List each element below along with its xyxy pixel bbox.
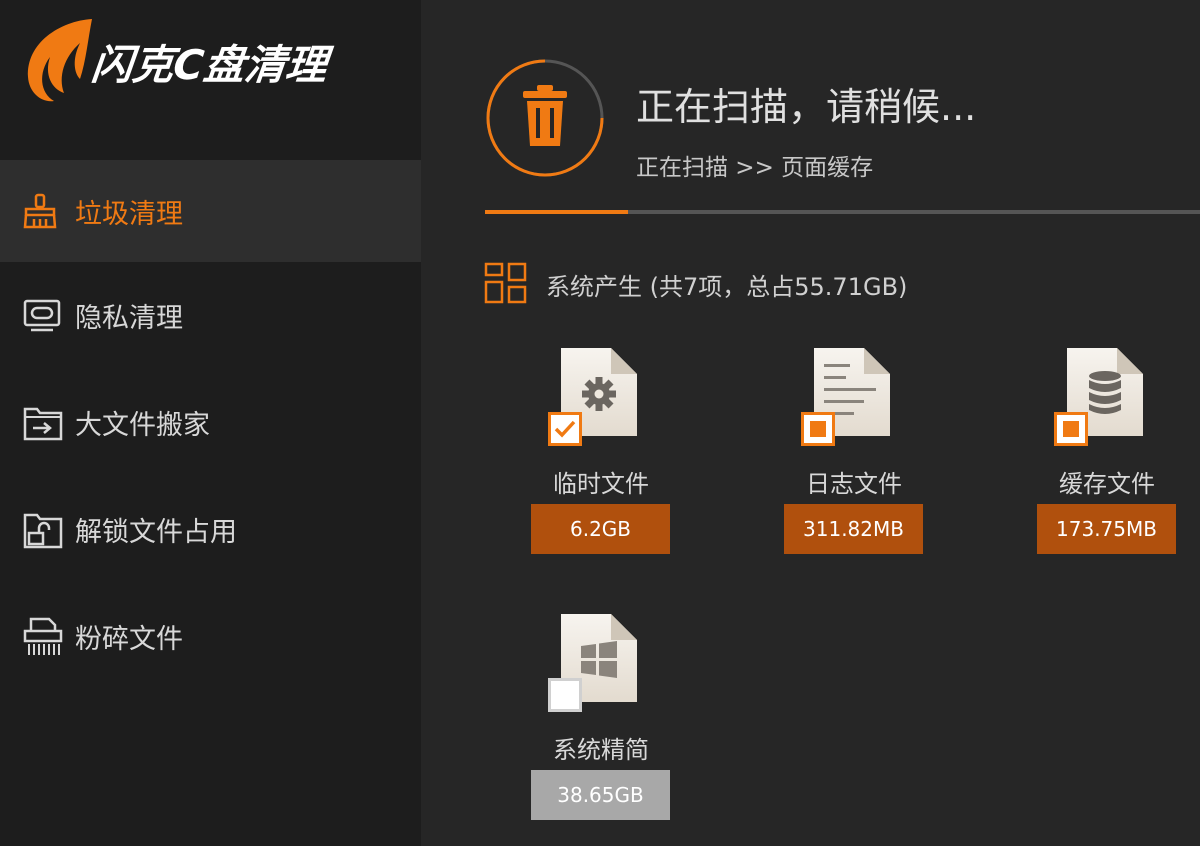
item-size-badge: 38.65GB	[531, 770, 670, 820]
sidebar-item-label: 粉碎文件	[75, 624, 183, 655]
grid-icon	[484, 262, 527, 304]
app-logo: 闪克C盘清理	[14, 14, 330, 104]
broom-icon	[23, 189, 67, 233]
item-checkbox-unchecked[interactable]	[548, 678, 582, 712]
main-panel: 正在扫描，请稍候... 正在扫描 >> 页面缓存 系统产生 (共7项，总占55.…	[421, 0, 1200, 846]
scan-status-title: 正在扫描，请稍候...	[636, 85, 977, 129]
scan-item-system-slim[interactable]: 系统精简 38.65GB	[531, 612, 671, 822]
monitor-eye-icon	[23, 294, 67, 338]
scan-item-cache-files[interactable]: 缓存文件 173.75MB	[1037, 346, 1177, 556]
sidebar-item-shred-file[interactable]: 粉碎文件	[0, 583, 421, 690]
folder-move-icon	[23, 401, 67, 445]
app-title: 闪克C盘清理	[89, 41, 330, 89]
sidebar-item-label: 垃圾清理	[75, 198, 183, 230]
section-header: 系统产生 (共7项，总占55.71GB)	[484, 262, 907, 306]
sidebar-nav: 垃圾清理 隐私清理 大文件搬家 解锁文件占用 粉碎文件	[0, 160, 421, 690]
scan-progress-fill	[485, 210, 628, 214]
item-checkbox-partial[interactable]	[1054, 412, 1088, 446]
folder-unlock-icon	[23, 508, 67, 552]
shredder-icon	[23, 615, 67, 659]
sidebar-item-label: 大文件搬家	[75, 410, 210, 441]
sidebar-item-label: 隐私清理	[75, 303, 183, 334]
scan-current-path: 正在扫描 >> 页面缓存	[636, 155, 874, 181]
sidebar-item-junk-clean[interactable]: 垃圾清理	[0, 160, 421, 262]
trash-icon	[486, 59, 604, 177]
item-checkbox-checked[interactable]	[548, 412, 582, 446]
sidebar: 闪克C盘清理 垃圾清理 隐私清理 大文件搬家 解锁文件占用 粉碎文件	[0, 0, 421, 846]
app-window: 闪克C盘清理 垃圾清理 隐私清理 大文件搬家 解锁文件占用 粉碎文件 正在扫描，…	[0, 0, 1200, 846]
item-label: 临时文件	[553, 470, 649, 498]
sidebar-item-label: 解锁文件占用	[75, 517, 237, 548]
scan-item-log-files[interactable]: 日志文件 311.82MB	[784, 346, 924, 556]
item-label: 系统精简	[553, 736, 649, 764]
item-checkbox-partial[interactable]	[801, 412, 835, 446]
flame-logo-icon	[27, 19, 92, 102]
item-size-badge: 6.2GB	[531, 504, 670, 554]
sidebar-item-large-file-move[interactable]: 大文件搬家	[0, 369, 421, 476]
sidebar-item-unlock-file[interactable]: 解锁文件占用	[0, 476, 421, 583]
scan-progress-bar	[485, 210, 1200, 214]
item-size-badge: 173.75MB	[1037, 504, 1176, 554]
item-size-badge: 311.82MB	[784, 504, 923, 554]
scan-item-temp-files[interactable]: 临时文件 6.2GB	[531, 346, 671, 556]
item-label: 日志文件	[806, 470, 902, 498]
sidebar-item-privacy-clean[interactable]: 隐私清理	[0, 262, 421, 369]
item-label: 缓存文件	[1059, 470, 1155, 498]
section-title: 系统产生 (共7项，总占55.71GB)	[546, 272, 908, 301]
